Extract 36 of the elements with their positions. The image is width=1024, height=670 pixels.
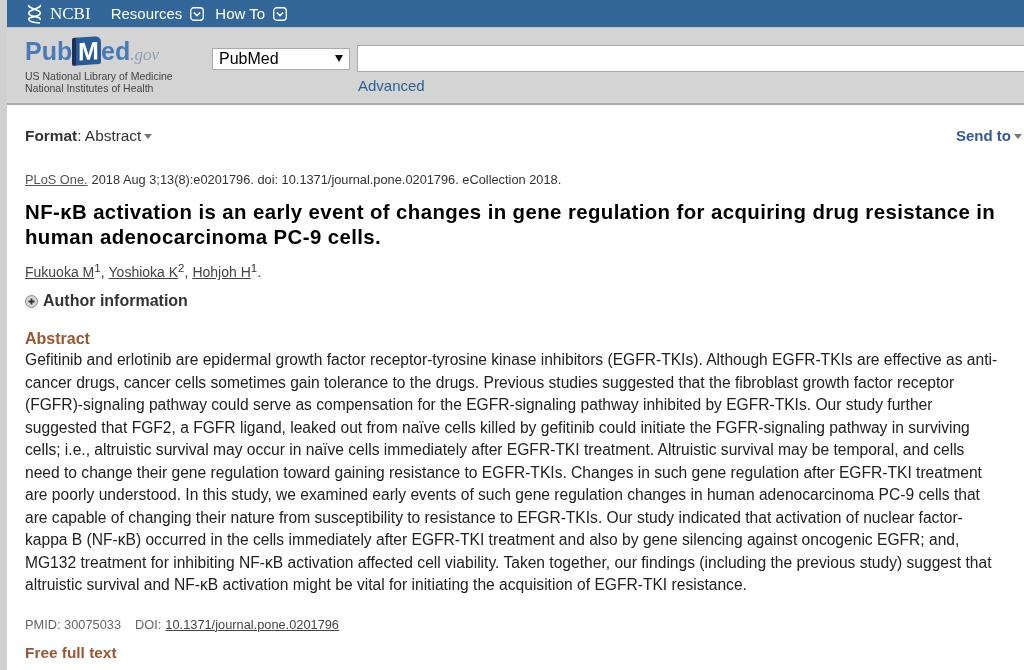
chevron-down-icon <box>190 6 205 21</box>
pmid-text: PMID: 30075033 <box>25 616 122 632</box>
article-title: NF-κB activation is an early event of changes in gene regulation for acquiring drug resistance in human adenocarcinoma PC-9 cells. <box>25 200 997 250</box>
author-information-toggle[interactable]: Author information <box>25 291 188 311</box>
punctuation-text: , <box>100 264 105 280</box>
menu-button[interactable]: Resources <box>110 3 205 24</box>
agency-name: US National Library of Medicine <box>25 70 174 82</box>
search-field[interactable] <box>357 45 1024 72</box>
author-link[interactable]: Fukuoka M <box>25 264 95 280</box>
journal-link[interactable]: PLoS One. <box>25 172 88 187</box>
punctuation-text: , <box>184 264 189 280</box>
agency-name: National Institutes of Health <box>25 82 155 94</box>
helix-icon <box>25 3 44 24</box>
affiliation-number: 2 <box>178 261 185 274</box>
brand-link[interactable]: NCBI <box>50 3 91 24</box>
caret-icon <box>1014 133 1022 139</box>
doi-link[interactable]: 10.1371/journal.pone.0201796 <box>165 616 339 632</box>
author-link[interactable]: Yoshioka K <box>108 264 179 280</box>
menu-button[interactable]: How To <box>215 3 288 24</box>
chevron-down-icon <box>273 6 288 21</box>
doi-label: DOI: <box>135 616 162 632</box>
database-select[interactable]: PubMed <box>212 47 350 70</box>
abstract-heading: Abstract <box>25 329 91 349</box>
full-text-heading: Free full text <box>25 642 118 663</box>
author-link[interactable]: Hohjoh H <box>192 264 251 280</box>
format-dropdown[interactable]: Format: Abstract <box>25 126 153 146</box>
caret-icon <box>144 133 153 139</box>
punctuation-text: . <box>257 264 262 280</box>
send-to-dropdown[interactable]: Send to <box>956 126 1022 146</box>
advanced-search-link[interactable]: Advanced <box>358 77 425 95</box>
dropdown-arrow-icon <box>335 55 343 62</box>
pubmed-logo[interactable]: Pub M ed.gov <box>25 33 212 69</box>
citation-text: 2018 Aug 3;13(8):e0201796. doi: 10.1371/journal.pone.0201796. eCollection 2018. <box>91 172 562 187</box>
affiliation-number: 1 <box>250 261 258 274</box>
affiliation-number: 1 <box>94 261 101 274</box>
abstract-text: Gefitinib and erlotinib are epidermal growth factor receptor-tyrosine kinase inhibitors (EGFR-TKIs). Although EGFR-TKIs are effective as anti-cancer drugs, cancer cells sometimes gain tolerance to the drugs. Previous studies suggested that the fibroblast growth factor receptor (FGFR)-signaling pathway could serve as compensation for the EGFR-signaling pathway inhibited by EGFR-TKIs. Our study further suggested that FGF2, a FGFR ligand, leaked out from naïve cells killed by gefitinib could initiate the FGFR-signaling pathway in surviving cells; i.e., altruistic survival may occur in naïve cells immediately after EGFR-TKI treatment. Altruistic survival may be temporal, and cells need to change their gene regulation toward gaining resistance to EGFR-TKIs. Changes in such gene regulation after EGFR-TKI treatment are poorly understood. In this study, we examined early events of such gene regulation changes in human adenocarcinoma PC-9 cells that are capable of changing their nature from susceptibility to resistance to EFGR-TKIs. Our study indicated that activation of nuclear factor-kappa B (NF-κB) occurred in the cells immediately after EGFR-TKI treatment and also by gene silencing against oncogenic EGFR; and, MG132 treatment for inhibiting NF-κB activation affected cell viability. Taken together, our findings (including the previous study) suggest that altruistic survival and NF-κB activation might be vital for initiating the acquisition of EGFR-TKI resistance. <box>25 350 999 595</box>
